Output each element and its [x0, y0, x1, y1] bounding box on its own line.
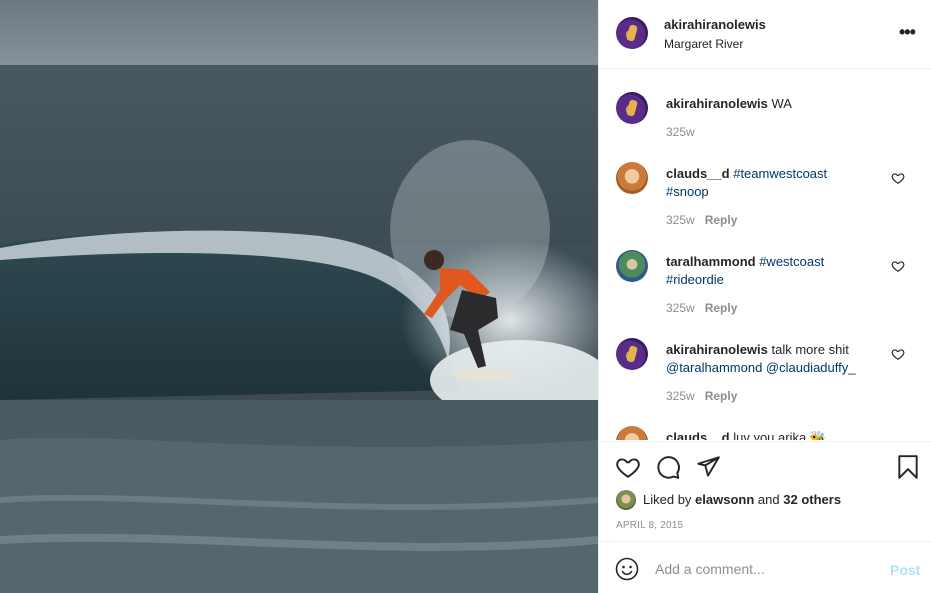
avatar[interactable]	[616, 426, 648, 440]
avatar[interactable]	[616, 17, 648, 49]
author-username[interactable]: akirahiranolewis	[664, 17, 766, 32]
comment-time[interactable]: 325w	[666, 125, 695, 139]
bookmark-icon[interactable]	[895, 454, 921, 480]
comment-body: WA	[771, 96, 792, 111]
post-date[interactable]: APRIL 8, 2015	[616, 520, 683, 531]
comment-text: taralhammond #westcoast #rideordie	[666, 253, 881, 289]
reply-button[interactable]: Reply	[705, 389, 738, 403]
post-panel: akirahiranolewis Margaret River ••• akir…	[598, 0, 931, 593]
comment-text: clauds__d luv you arika 🐝	[666, 429, 881, 440]
comment-username[interactable]: clauds__d	[666, 430, 730, 440]
reply-button[interactable]: Reply	[705, 301, 738, 315]
comment-hashtag[interactable]: #teamwestcoast	[733, 166, 827, 181]
avatar[interactable]	[616, 250, 648, 282]
post-photo[interactable]	[0, 0, 598, 593]
comment-body: talk more shit	[771, 342, 849, 357]
reply-button[interactable]: Reply	[705, 213, 738, 227]
avatar[interactable]	[616, 162, 648, 194]
add-comment-bar: Post	[599, 541, 931, 593]
likes-and-label: and	[757, 492, 780, 507]
comment-hashtag[interactable]: #rideordie	[666, 272, 724, 287]
comment-time[interactable]: 325w	[666, 301, 695, 315]
heart-icon[interactable]	[891, 347, 905, 361]
comment-mentions[interactable]: @taralhammond @claudiaduffy_	[666, 360, 855, 375]
comment-meta: 325w Reply	[666, 301, 737, 315]
smile-icon[interactable]	[615, 557, 639, 581]
avatar[interactable]	[616, 92, 648, 124]
post-header: akirahiranolewis Margaret River •••	[599, 0, 931, 69]
more-icon[interactable]: •••	[899, 22, 916, 43]
post-location[interactable]: Margaret River	[664, 37, 743, 51]
heart-icon[interactable]	[615, 454, 641, 480]
comment-icon[interactable]	[655, 454, 681, 480]
comment-hashtag[interactable]: #snoop	[666, 184, 709, 199]
comment-text: akirahiranolewis talk more shit @taralha…	[666, 341, 886, 377]
comment-time[interactable]: 325w	[666, 389, 695, 403]
comment-username[interactable]: clauds__d	[666, 166, 730, 181]
comment-username[interactable]: akirahiranolewis	[666, 342, 768, 357]
comment-time[interactable]: 325w	[666, 213, 695, 227]
comment-hashtag[interactable]: #westcoast	[759, 254, 824, 269]
post-button[interactable]: Post	[890, 562, 920, 578]
comments-list[interactable]: akirahiranolewis WA 325w clauds__d #team…	[599, 70, 931, 440]
liker-username[interactable]: elawsonn	[695, 492, 754, 507]
heart-icon[interactable]	[891, 171, 905, 185]
avatar[interactable]	[616, 338, 648, 370]
comment-meta: 325w Reply	[666, 213, 737, 227]
action-bar: Liked by elawsonn and 32 others APRIL 8,…	[599, 441, 931, 541]
comment-username[interactable]: akirahiranolewis	[666, 96, 768, 111]
comment-meta: 325w	[666, 125, 695, 139]
share-icon[interactable]	[695, 454, 721, 480]
surf-photo-art	[0, 0, 598, 593]
comment-username[interactable]: taralhammond	[666, 254, 756, 269]
comment-text: clauds__d #teamwestcoast #snoop	[666, 165, 881, 201]
likes-others-button[interactable]: 32 others	[783, 492, 841, 507]
comment-input[interactable]	[655, 558, 875, 580]
heart-icon[interactable]	[891, 259, 905, 273]
liked-by-label: Liked by	[643, 492, 692, 507]
comment-meta: 325w Reply	[666, 389, 737, 403]
comment-body: luv you arika 🐝	[733, 430, 826, 440]
comment-text: akirahiranolewis WA	[666, 95, 881, 113]
avatar[interactable]	[616, 490, 636, 510]
